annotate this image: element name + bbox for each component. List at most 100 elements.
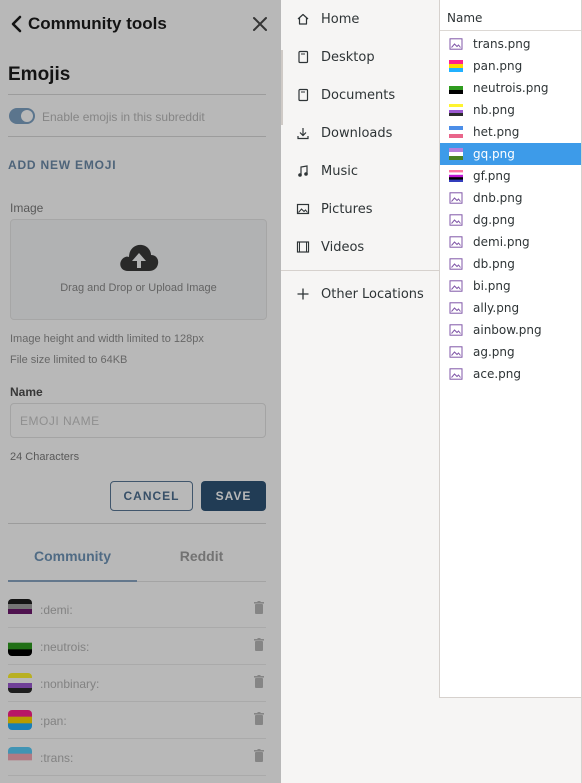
hint-file: File size limited to 64KB (10, 354, 128, 366)
file-name: bi.png (473, 279, 511, 293)
image-file-icon (449, 214, 463, 226)
file-row[interactable]: ally.png (440, 297, 582, 319)
back-chevron-icon[interactable] (10, 12, 26, 36)
place-label: Downloads (321, 125, 393, 141)
place-home[interactable]: Home (281, 0, 439, 38)
file-chooser-dialog: Home Desktop Documents Downloads Music Pictur… (281, 0, 582, 783)
file-row[interactable]: trans.png (440, 33, 582, 55)
documents-icon (295, 87, 311, 103)
emoji-thumbnail (8, 599, 32, 619)
file-name: het.png (473, 125, 520, 139)
file-name: trans.png (473, 37, 531, 51)
image-file-icon (449, 280, 463, 292)
community-tools-panel: Community tools Emojis Enable emojis in … (0, 0, 281, 783)
file-name: gf.png (473, 169, 511, 183)
save-button[interactable]: SAVE (201, 481, 266, 511)
place-label: Desktop (321, 49, 375, 65)
file-name: db.png (473, 257, 515, 271)
file-row[interactable]: gq.png (440, 143, 582, 165)
desktop-icon (295, 49, 311, 65)
file-row[interactable]: gf.png (440, 165, 582, 187)
gf-flag-thumb (449, 170, 463, 183)
place-downloads[interactable]: Downloads (281, 114, 439, 152)
dropzone-text: Drag and Drop or Upload Image (60, 282, 217, 294)
gq-flag-thumb (449, 148, 463, 161)
place-videos[interactable]: Videos (281, 228, 439, 266)
toggle-knob (21, 110, 33, 122)
trash-icon[interactable] (254, 712, 264, 725)
image-file-icon (449, 302, 463, 314)
file-row[interactable]: ag.png (440, 341, 582, 363)
file-row[interactable]: db.png (440, 253, 582, 275)
place-label: Videos (321, 239, 365, 255)
trash-icon[interactable] (254, 675, 264, 688)
nb-flag-thumb (449, 104, 463, 117)
name-column-header[interactable]: Name (440, 5, 582, 31)
file-row[interactable]: het.png (440, 121, 582, 143)
emoji-name-input[interactable] (10, 403, 266, 438)
divider (8, 136, 266, 137)
file-row[interactable]: nb.png (440, 99, 582, 121)
add-new-emoji-heading: ADD NEW EMOJI (8, 158, 117, 172)
place-label: Music (321, 163, 358, 179)
file-name: gq.png (473, 147, 515, 161)
tab-community[interactable]: Community (8, 548, 137, 564)
emoji-name: :neutrois: (40, 640, 90, 654)
close-icon[interactable] (250, 12, 270, 36)
dialog-bottom-area (281, 698, 582, 783)
image-file-icon (449, 324, 463, 336)
file-row[interactable]: dnb.png (440, 187, 582, 209)
place-label: Documents (321, 87, 396, 103)
file-row[interactable]: dg.png (440, 209, 582, 231)
image-file-icon (449, 368, 463, 380)
emoji-name: :pan: (40, 714, 67, 728)
image-file-icon (449, 346, 463, 358)
places-sidebar: Home Desktop Documents Downloads Music Pictur… (281, 0, 439, 783)
file-row[interactable]: neutrois.png (440, 77, 582, 99)
tab-reddit[interactable]: Reddit (137, 548, 266, 564)
place-music[interactable]: Music (281, 152, 439, 190)
file-name: demi.png (473, 235, 530, 249)
music-icon (295, 163, 311, 179)
het-flag-thumb (449, 126, 463, 139)
place-label: Pictures (321, 201, 373, 217)
file-list: Name trans.png pan.png neutrois.png nb.png h… (439, 0, 582, 698)
emoji-thumbnail (8, 710, 32, 730)
pan-flag-thumb (449, 60, 463, 73)
panel-header: Community tools (10, 12, 270, 36)
cloud-upload-icon (118, 241, 160, 275)
image-dropzone[interactable]: Drag and Drop or Upload Image (10, 219, 267, 320)
image-file-icon (449, 38, 463, 50)
place-label: Other Locations (321, 286, 424, 302)
place-other-locations[interactable]: Other Locations (281, 275, 439, 313)
emoji-list-item: :trans: (8, 740, 266, 776)
file-row[interactable]: bi.png (440, 275, 582, 297)
file-row[interactable]: ace.png (440, 363, 582, 385)
image-file-icon (449, 192, 463, 204)
neutrois-flag-thumb (449, 82, 463, 95)
hint-size: Image height and width limited to 128px (10, 333, 204, 345)
emoji-list-item: :neutrois: (8, 629, 266, 665)
file-name: dg.png (473, 213, 515, 227)
file-name: ace.png (473, 367, 521, 381)
trash-icon[interactable] (254, 638, 264, 651)
emoji-list-item: :demi: (8, 592, 266, 628)
downloads-icon (295, 125, 311, 141)
file-row[interactable]: pan.png (440, 55, 582, 77)
active-tab-indicator (8, 580, 137, 582)
emoji-list-item: :pan: (8, 703, 266, 739)
trash-icon[interactable] (254, 749, 264, 762)
image-label: Image (10, 201, 44, 215)
enable-emojis-toggle[interactable] (9, 108, 35, 124)
place-documents[interactable]: Documents (281, 76, 439, 114)
place-pictures[interactable]: Pictures (281, 190, 439, 228)
file-row[interactable]: demi.png (440, 231, 582, 253)
trash-icon[interactable] (254, 601, 264, 614)
cancel-button[interactable]: CANCEL (110, 481, 193, 511)
emoji-thumbnail (8, 747, 32, 767)
place-label: Home (321, 11, 360, 27)
place-desktop[interactable]: Desktop (281, 38, 439, 76)
plus-icon (295, 286, 311, 302)
file-name: pan.png (473, 59, 523, 73)
file-row[interactable]: ainbow.png (440, 319, 582, 341)
